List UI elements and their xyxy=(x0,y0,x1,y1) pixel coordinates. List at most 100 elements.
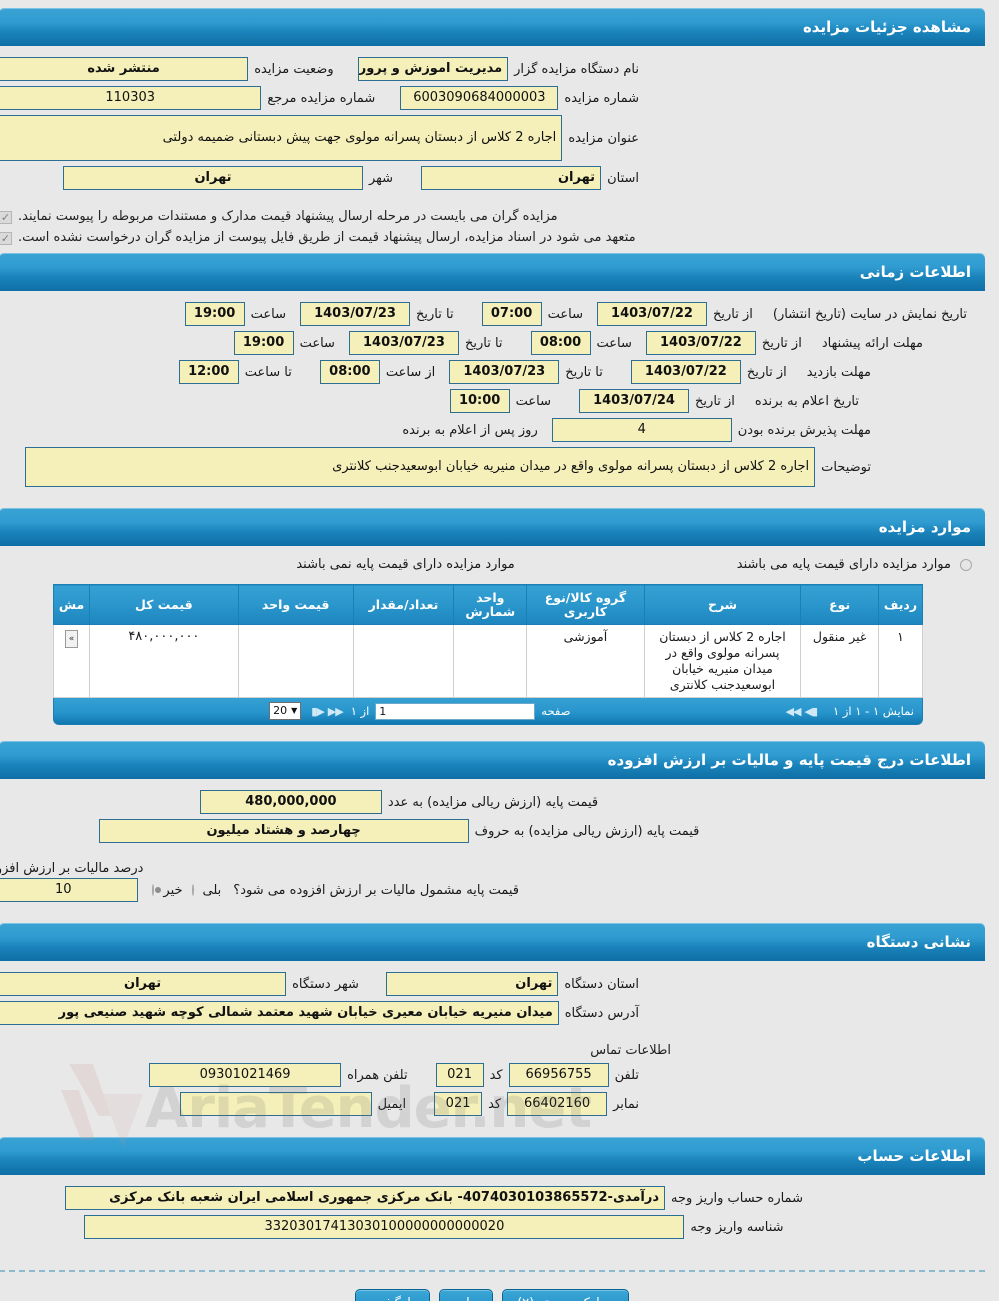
visit-to-date[interactable]: 1403/07/23 xyxy=(449,360,560,384)
cell-unit xyxy=(453,624,528,698)
pager-page-input[interactable]: 1 xyxy=(375,702,536,720)
page-size-select[interactable]: ▼ 20 xyxy=(269,702,302,720)
status-label: وضعیت مزایده xyxy=(254,61,334,77)
radio-vat-yes[interactable] xyxy=(191,884,194,896)
note-line-1: مزایده گران می بایست در مرحله ارسال پیشن… xyxy=(0,209,985,224)
visit-from-time[interactable]: 08:00 xyxy=(319,360,380,384)
org-address-value[interactable]: میدان منیریه خیابان معیری خیابان شهید مع… xyxy=(0,1001,559,1025)
proposal-from-time[interactable]: 08:00 xyxy=(530,331,591,355)
cell-desc: اجاره 2 کلاس از دبستان پسرانه مولوی واقع… xyxy=(643,624,802,698)
account-no-value[interactable]: درآمدی-4074030103865572- بانک مرکزی جمهو… xyxy=(65,1186,666,1210)
row-phone: تلفن 66956755 کد 021 تلفن همراه 09301021… xyxy=(0,1063,985,1087)
vat-percent-value[interactable]: 10 xyxy=(0,878,139,902)
radio-vat-no[interactable] xyxy=(152,884,162,896)
pager-of-label: از ۱ xyxy=(350,704,370,718)
phone-label: تلفن xyxy=(614,1067,639,1083)
time-desc-value[interactable]: اجاره 2 کلاس از دبستان پسرانه مولوی واقع… xyxy=(25,447,816,487)
next-page-icon[interactable]: ▶▶ xyxy=(326,705,345,718)
fax-value[interactable]: 66402160 xyxy=(507,1092,608,1116)
org-value[interactable]: مدیریت اموزش و پرورش منط xyxy=(357,57,509,81)
address-section-title: نشانی دستگاه xyxy=(0,923,985,961)
cell-action: » xyxy=(52,624,91,698)
back-button[interactable]: بازگشت xyxy=(355,1289,430,1301)
base-price-text-value[interactable]: چهارصد و هشتاد میلیون xyxy=(98,819,469,843)
province-value[interactable]: تهران xyxy=(421,166,602,190)
org-address-label: آدرس دستگاه xyxy=(564,1005,639,1021)
acceptance-label: مهلت پذیرش برنده بودن xyxy=(737,422,871,438)
account-section-title: اطلاعات حساب xyxy=(0,1137,985,1175)
time-row-publish: تاریخ نمایش در سایت (تاریخ انتشار) از تا… xyxy=(0,302,985,326)
contact-info-title: اطلاعات تماس xyxy=(590,1043,671,1058)
col-total-price: قیمت کل xyxy=(89,584,239,625)
winner-date[interactable]: 1403/07/24 xyxy=(579,389,690,413)
row-auction-title: عنوان مزایده اجاره 2 کلاس از دبستان پسرا… xyxy=(0,115,985,161)
auction-details-page: مشاهده جزئیات مزایده نام دستگاه مزایده گ… xyxy=(0,0,999,1301)
fax-code-value[interactable]: 021 xyxy=(434,1092,483,1116)
note-2-text: متعهد می شود در اسناد مزایده، ارسال پیشن… xyxy=(18,230,636,245)
to-date-label: تا تاریخ xyxy=(416,306,454,322)
org-city-value[interactable]: تهران xyxy=(0,972,287,996)
email-value[interactable] xyxy=(179,1092,372,1116)
org-label: نام دستگاه مزایده گزار xyxy=(514,61,639,77)
proposal-to-time[interactable]: 19:00 xyxy=(233,331,294,355)
acceptance-value[interactable]: 4 xyxy=(551,418,732,442)
radio-with-base[interactable] xyxy=(960,558,972,571)
visit-to-time[interactable]: 12:00 xyxy=(178,360,239,384)
phone-value[interactable]: 66956755 xyxy=(508,1063,609,1087)
pager-page-label: صفحه xyxy=(541,704,571,718)
base-price-num-value[interactable]: 480,000,000 xyxy=(199,790,382,814)
visit-from-date[interactable]: 1403/07/22 xyxy=(630,360,741,384)
first-page-icon[interactable]: ▮◀ xyxy=(803,705,820,718)
time-row-description: توضیحات اجاره 2 کلاس از دبستان پسرانه مو… xyxy=(0,447,985,487)
mobile-value[interactable]: 09301021469 xyxy=(149,1063,342,1087)
visit-label: مهلت بازدید xyxy=(806,364,871,380)
time-desc-label: توضیحات xyxy=(821,459,871,475)
payment-id-value[interactable]: 33203017413030100000000000020 xyxy=(84,1215,685,1239)
col-desc: شرح xyxy=(643,584,802,625)
publish-to-time[interactable]: 19:00 xyxy=(184,302,245,326)
from-date-label: از تاریخ xyxy=(761,335,802,351)
col-type: نوع xyxy=(800,584,879,625)
publish-to-date[interactable]: 1403/07/23 xyxy=(300,302,411,326)
hour-label: ساعت xyxy=(547,306,583,322)
status-value[interactable]: منتشر شده xyxy=(0,57,249,81)
from-date-label: از تاریخ xyxy=(712,306,753,322)
from-hour-label: از ساعت xyxy=(385,364,436,380)
time-row-acceptance: مهلت پذیرش برنده بودن 4 روز پس از اعلام … xyxy=(0,418,985,442)
row-org-location: استان دستگاه تهران شهر دستگاه تهران xyxy=(0,972,985,996)
publish-from-date[interactable]: 1403/07/22 xyxy=(596,302,707,326)
radio-without-base-label: موارد مزایده دارای قیمت پایه نمی باشند xyxy=(296,557,515,572)
email-label: ایمیل xyxy=(377,1096,407,1112)
col-unit-price: قیمت واحد xyxy=(237,584,354,625)
action-buttons: مدارک پیوستی(۲) چاپ بازگشت xyxy=(0,1289,999,1301)
publish-from-time[interactable]: 07:00 xyxy=(481,302,542,326)
winner-label: تاریخ اعلام به برنده xyxy=(754,393,859,409)
radio-with-base-label: موارد مزایده دارای قیمت پایه می باشند xyxy=(736,557,951,572)
proposal-from-date[interactable]: 1403/07/22 xyxy=(645,331,756,355)
row-vat: قیمت پایه مشمول مالیات بر ارزش افزوده می… xyxy=(0,861,985,902)
winner-time[interactable]: 10:00 xyxy=(449,389,510,413)
check-icon xyxy=(0,232,12,245)
view-item-button[interactable]: » xyxy=(65,630,79,648)
row-fax: نمابر 66402160 کد 021 ایمیل xyxy=(0,1092,985,1116)
base-price-num-label: قیمت پایه (ارزش ریالی مزایده) به عدد xyxy=(387,794,599,810)
auction-no-value[interactable]: 6003090684000003 xyxy=(400,86,559,110)
check-icon xyxy=(0,211,12,224)
ref-no-value[interactable]: 110303 xyxy=(0,86,262,110)
attachments-button[interactable]: مدارک پیوستی(۲) xyxy=(502,1289,629,1301)
address-section: استان دستگاه تهران شهر دستگاه تهران آدرس… xyxy=(0,961,985,1129)
time-row-proposal: مهلت ارائه پیشنهاد از تاریخ 1403/07/22 س… xyxy=(0,331,985,355)
items-radio-row: موارد مزایده دارای قیمت پایه می باشند مو… xyxy=(0,557,985,572)
org-province-value[interactable]: تهران xyxy=(385,972,559,996)
print-button[interactable]: چاپ xyxy=(438,1289,494,1301)
proposal-to-date[interactable]: 1403/07/23 xyxy=(348,331,459,355)
city-value[interactable]: تهران xyxy=(63,166,363,190)
title-value[interactable]: اجاره 2 کلاس از دبستان پسرانه مولوی جهت … xyxy=(0,115,563,161)
ref-no-label: شماره مزایده مرجع xyxy=(267,90,376,106)
page-title: مشاهده جزئیات مزایده xyxy=(0,8,985,46)
acceptance-suffix: روز پس از اعلام به برنده xyxy=(402,422,538,438)
prev-page-icon[interactable]: ◀◀ xyxy=(784,705,803,718)
phone-code-value[interactable]: 021 xyxy=(435,1063,484,1087)
last-page-icon[interactable]: ▶▮ xyxy=(309,705,326,718)
payment-id-label: شناسه واریز وجه xyxy=(690,1219,784,1235)
